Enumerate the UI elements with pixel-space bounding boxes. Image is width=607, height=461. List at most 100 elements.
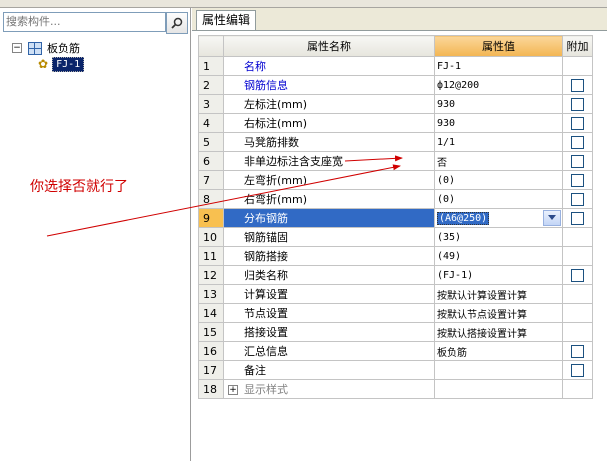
table-row[interactable]: 7 左弯折(mm) (0) — [198, 170, 593, 190]
row-number: 11 — [198, 246, 224, 266]
property-name[interactable]: 非单边标注含支座宽 — [223, 151, 435, 171]
table-row[interactable]: 16 汇总信息 板负筋 — [198, 341, 593, 361]
add-checkbox[interactable] — [571, 268, 584, 282]
property-name-label: 分布钢筋 — [244, 212, 288, 225]
property-value-text: 否 — [437, 157, 447, 169]
property-value[interactable]: FJ-1 — [434, 56, 563, 76]
tree-node-child[interactable]: ✿ FJ-1 — [38, 56, 85, 72]
property-name[interactable]: 汇总信息 — [223, 341, 435, 361]
property-name[interactable]: 分布钢筋 — [223, 208, 435, 228]
property-name-label: 右标注(mm) — [244, 117, 308, 130]
table-row[interactable]: 5 马凳筋排数 1/1 — [198, 132, 593, 152]
tree-child-label[interactable]: FJ-1 — [52, 56, 85, 72]
add-checkbox[interactable] — [571, 97, 584, 111]
property-name[interactable]: 右标注(mm) — [223, 113, 435, 133]
property-value[interactable]: 否 — [434, 151, 563, 171]
property-value[interactable]: (FJ-1) — [434, 265, 563, 285]
property-name[interactable]: 节点设置 — [223, 303, 435, 323]
collapse-icon[interactable]: − — [12, 43, 22, 53]
table-row[interactable]: 14 节点设置 按默认节点设置计算 — [198, 303, 593, 323]
property-value[interactable]: 930 — [434, 113, 563, 133]
tree-root-label: 板负筋 — [47, 42, 80, 55]
property-value[interactable]: (49) — [434, 246, 563, 266]
property-name[interactable]: 左标注(mm) — [223, 94, 435, 114]
property-value[interactable]: 按默认节点设置计算 — [434, 303, 563, 323]
property-name[interactable]: 计算设置 — [223, 284, 435, 304]
property-name[interactable]: + 显示样式 — [223, 379, 435, 399]
property-name[interactable]: 左弯折(mm) — [223, 170, 435, 190]
add-checkbox[interactable] — [571, 344, 584, 358]
property-value[interactable]: 930 — [434, 94, 563, 114]
add-checkbox[interactable] — [571, 116, 584, 130]
property-name[interactable]: 归类名称 — [223, 265, 435, 285]
property-name[interactable]: 搭接设置 — [223, 322, 435, 342]
row-number: 1 — [198, 56, 224, 76]
search-box[interactable] — [3, 12, 166, 32]
table-row[interactable]: 10 钢筋锚固 (35) — [198, 227, 593, 247]
add-checkbox[interactable] — [571, 154, 584, 168]
property-value[interactable]: 1/1 — [434, 132, 563, 152]
table-row[interactable]: 4 右标注(mm) 930 — [198, 113, 593, 133]
property-value[interactable]: ф12@200 — [434, 75, 563, 95]
property-value[interactable] — [434, 360, 563, 380]
search-input[interactable] — [4, 13, 156, 29]
property-grid: 属性名称 属性值 附加 1 名称 FJ-1 2 钢筋信息 ф12@200 3 左标注(mm) 9… — [198, 35, 593, 399]
header-name[interactable]: 属性名称 — [223, 35, 435, 57]
add-checkbox[interactable] — [571, 211, 584, 225]
property-value[interactable]: 按默认计算设置计算 — [434, 284, 563, 304]
add-cell — [562, 227, 593, 247]
property-name[interactable]: 马凳筋排数 — [223, 132, 435, 152]
table-row[interactable]: 8 右弯折(mm) (0) — [198, 189, 593, 209]
table-row[interactable]: 3 左标注(mm) 930 — [198, 94, 593, 114]
row-number: 3 — [198, 94, 224, 114]
table-row[interactable]: 17 备注 — [198, 360, 593, 380]
table-row[interactable]: 11 钢筋搭接 (49) — [198, 246, 593, 266]
property-name[interactable]: 右弯折(mm) — [223, 189, 435, 209]
tree-node-root[interactable]: − 板负筋 — [12, 40, 84, 56]
row-number: 4 — [198, 113, 224, 133]
property-value[interactable]: (35) — [434, 227, 563, 247]
add-checkbox[interactable] — [571, 135, 584, 149]
table-row[interactable]: 18 + 显示样式 — [198, 379, 593, 399]
property-value[interactable]: (A6@250) — [434, 208, 563, 228]
property-value[interactable]: (0) — [434, 170, 563, 190]
value-dropdown[interactable]: (A6@250) — [437, 210, 562, 226]
property-name-label: 计算设置 — [244, 288, 288, 301]
property-name[interactable]: 备注 — [223, 360, 435, 380]
top-toolbar-strip — [0, 0, 607, 8]
header-value[interactable]: 属性值 — [434, 35, 563, 57]
add-cell — [562, 113, 593, 133]
search-button[interactable] — [166, 12, 188, 34]
property-name[interactable]: 名称 — [223, 56, 435, 76]
property-value[interactable]: (0) — [434, 189, 563, 209]
expand-icon[interactable]: + — [228, 385, 238, 395]
add-checkbox[interactable] — [571, 78, 584, 92]
property-value[interactable]: 按默认搭接设置计算 — [434, 322, 563, 342]
add-checkbox[interactable] — [571, 173, 584, 187]
add-cell — [562, 132, 593, 152]
property-value-text: (0) — [437, 193, 456, 205]
table-row[interactable]: 6 非单边标注含支座宽 否 — [198, 151, 593, 171]
table-row[interactable]: 1 名称 FJ-1 — [198, 56, 593, 76]
add-checkbox[interactable] — [571, 363, 584, 377]
add-cell — [562, 246, 593, 266]
table-row[interactable]: 15 搭接设置 按默认搭接设置计算 — [198, 322, 593, 342]
header-add[interactable]: 附加 — [562, 35, 593, 57]
chevron-down-icon[interactable] — [543, 210, 561, 226]
table-row[interactable]: 12 归类名称 (FJ-1) — [198, 265, 593, 285]
table-row[interactable]: 2 钢筋信息 ф12@200 — [198, 75, 593, 95]
tab-property-edit[interactable]: 属性编辑 — [196, 10, 257, 30]
row-number: 5 — [198, 132, 224, 152]
property-name[interactable]: 钢筋信息 — [223, 75, 435, 95]
table-row[interactable]: 9 分布钢筋 (A6@250) — [198, 208, 593, 228]
row-number: 6 — [198, 151, 224, 171]
add-checkbox[interactable] — [571, 192, 584, 206]
value-dropdown-text: (A6@250) — [437, 211, 490, 225]
property-value[interactable] — [434, 379, 563, 399]
property-value[interactable]: 板负筋 — [434, 341, 563, 361]
add-cell — [562, 360, 593, 380]
table-row[interactable]: 13 计算设置 按默认计算设置计算 — [198, 284, 593, 304]
row-number: 12 — [198, 265, 224, 285]
property-name[interactable]: 钢筋锚固 — [223, 227, 435, 247]
property-name[interactable]: 钢筋搭接 — [223, 246, 435, 266]
